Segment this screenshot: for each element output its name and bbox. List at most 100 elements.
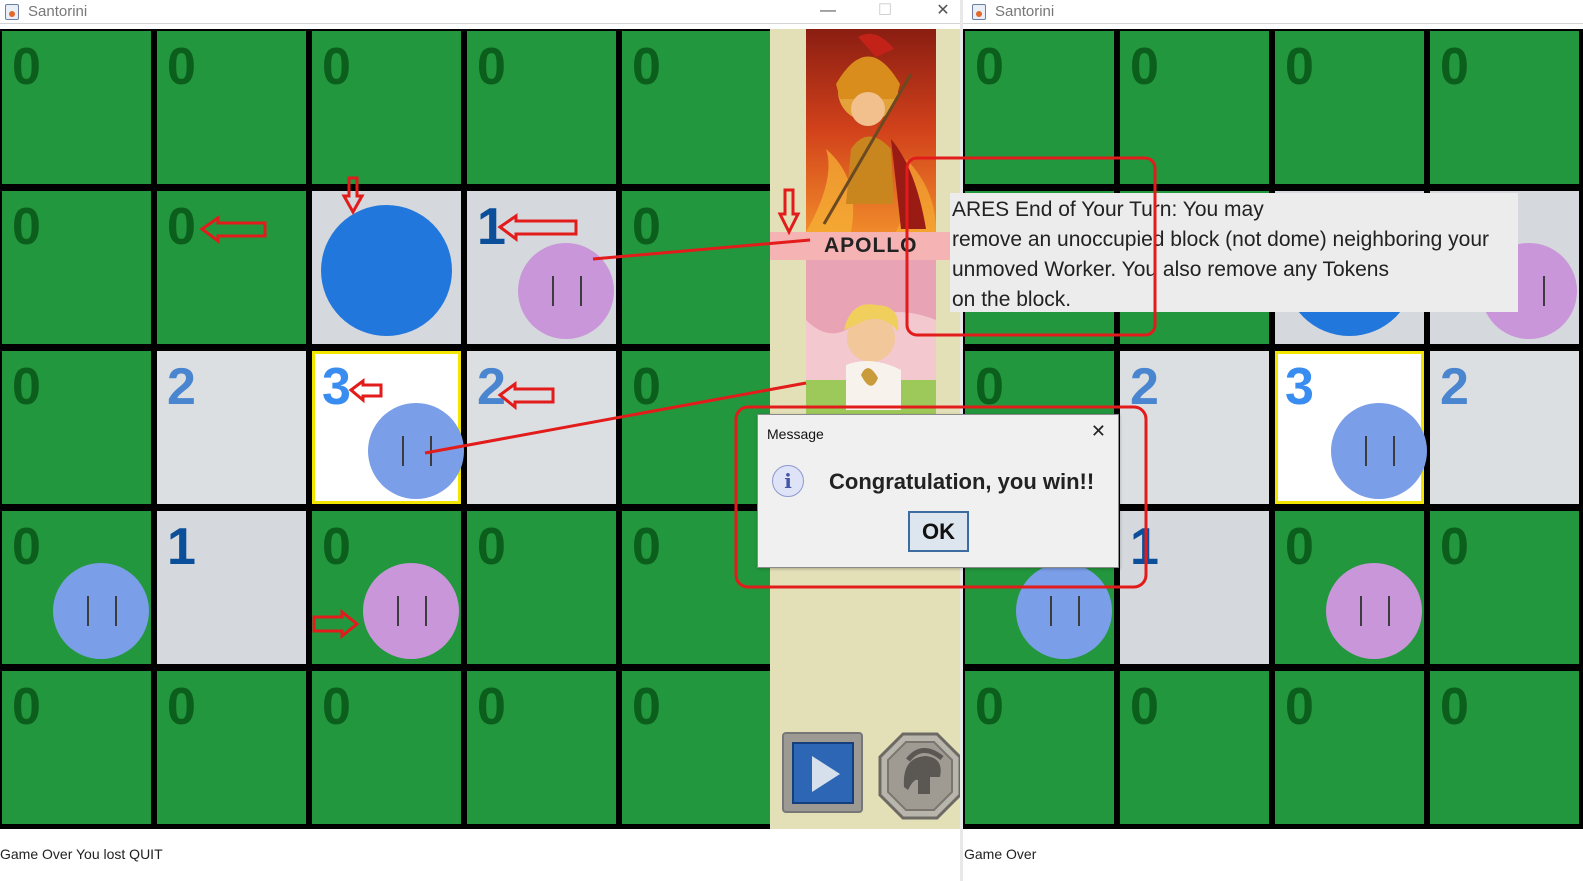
game-board: 0 0 0 0 0 0 0 1 0 0 2 3 2 0 0 1 0 0 0 0 0 0 0 0: [0, 29, 771, 829]
board-cell[interactable]: 0: [622, 511, 771, 664]
worker-eye: [580, 275, 582, 307]
board-cell[interactable]: 0: [1430, 31, 1579, 184]
worker-eye: [115, 595, 117, 627]
apollo-card[interactable]: [806, 260, 936, 418]
worker-piece[interactable]: [1326, 563, 1422, 659]
board-cell[interactable]: 0: [157, 31, 306, 184]
worker-eye: [1360, 595, 1362, 627]
cell-level: 3: [322, 358, 351, 416]
cell-level: 0: [1285, 678, 1314, 736]
cell-level: 3: [1285, 358, 1314, 416]
god-power-tooltip: ARES End of Your Turn: You may remove an…: [950, 193, 1518, 312]
board-cell[interactable]: 0: [157, 191, 306, 344]
board-cell[interactable]: 0: [157, 671, 306, 824]
board-cell[interactable]: 0: [1430, 671, 1579, 824]
board-cell[interactable]: 0: [1275, 31, 1424, 184]
cell-level: 0: [1285, 518, 1314, 576]
cell-level: 0: [12, 358, 41, 416]
ares-card[interactable]: [806, 29, 936, 232]
worker-piece[interactable]: [321, 205, 452, 336]
board-cell[interactable]: 0: [2, 511, 151, 664]
cell-level: 0: [167, 198, 196, 256]
board-cell[interactable]: 0: [622, 351, 771, 504]
worker-piece[interactable]: [363, 563, 459, 659]
worker-eye: [87, 595, 89, 627]
worker-eye: [1365, 435, 1367, 467]
cell-level: 0: [1130, 38, 1159, 96]
board-cell[interactable]: 0: [1120, 31, 1269, 184]
close-button[interactable]: ✕: [928, 0, 958, 24]
board-cell[interactable]: 0: [467, 511, 616, 664]
board-cell[interactable]: 3: [312, 351, 464, 504]
board-cell[interactable]: 1: [157, 511, 306, 664]
cell-level: 0: [167, 38, 196, 96]
cell-level: 0: [975, 358, 1004, 416]
board-cell[interactable]: 0: [312, 511, 461, 664]
worker-eye: [425, 595, 427, 627]
board-cell[interactable]: 0: [312, 671, 461, 824]
board-cell[interactable]: 3: [1275, 351, 1427, 504]
cell-level: 1: [167, 518, 196, 576]
cell-level: 0: [477, 678, 506, 736]
board-cell[interactable]: [312, 191, 461, 344]
board-cell[interactable]: 0: [965, 671, 1114, 824]
worker-piece[interactable]: [518, 243, 614, 339]
helmet-icon: [878, 732, 960, 820]
play-button[interactable]: [782, 732, 863, 813]
board-cell[interactable]: 0: [965, 31, 1114, 184]
title-bar: Santorini — ☐ ✕: [0, 0, 960, 24]
cell-level: 0: [632, 198, 661, 256]
board-cell[interactable]: 0: [622, 671, 771, 824]
status-text: Game Over You lost QUIT: [0, 846, 163, 862]
cell-level: 0: [1440, 518, 1469, 576]
board-cell[interactable]: 0: [2, 671, 151, 824]
worker-piece[interactable]: [368, 403, 464, 499]
minimize-button[interactable]: —: [813, 0, 843, 24]
board-cell[interactable]: 0: [1275, 671, 1424, 824]
board-cell[interactable]: 1: [1120, 511, 1269, 664]
dialog-title: Message: [767, 426, 824, 442]
board-cell[interactable]: 0: [1120, 671, 1269, 824]
cell-level: 0: [632, 358, 661, 416]
board-cell[interactable]: 0: [467, 671, 616, 824]
tooltip-line: on the block.: [952, 288, 1072, 311]
maximize-button[interactable]: ☐: [870, 0, 900, 24]
window-title: Santorini: [995, 3, 1055, 20]
helmet-button[interactable]: [878, 732, 960, 820]
board-cell[interactable]: 0: [622, 191, 771, 344]
worker-piece[interactable]: [1016, 563, 1112, 659]
board-cell[interactable]: 0: [1275, 511, 1424, 664]
board-cell[interactable]: 2: [467, 351, 616, 504]
worker-eye: [1388, 595, 1390, 627]
message-dialog: Message ✕ i Congratulation, you win!! OK: [757, 414, 1119, 568]
board-cell[interactable]: 0: [2, 351, 151, 504]
cell-level: 0: [632, 518, 661, 576]
cell-level: 1: [1130, 518, 1159, 576]
cell-level: 0: [1440, 38, 1469, 96]
board-cell[interactable]: 0: [2, 31, 151, 184]
board-cell[interactable]: 2: [157, 351, 306, 504]
board-cell[interactable]: 0: [312, 31, 461, 184]
play-icon: [792, 742, 854, 804]
board-cell[interactable]: 0: [622, 31, 771, 184]
cell-level: 0: [632, 678, 661, 736]
cell-level: 0: [322, 678, 351, 736]
window-title: Santorini: [28, 3, 88, 20]
board-cell[interactable]: 1: [467, 191, 616, 344]
board-cell[interactable]: 2: [1120, 351, 1269, 504]
ok-button[interactable]: OK: [908, 511, 969, 552]
cell-level: 2: [1440, 358, 1469, 416]
worker-eye: [552, 275, 554, 307]
worker-piece[interactable]: [1331, 403, 1427, 499]
worker-piece[interactable]: [53, 563, 149, 659]
god-label: APOLLO: [770, 232, 950, 260]
cell-level: 0: [975, 678, 1004, 736]
board-cell[interactable]: 0: [1430, 511, 1579, 664]
board-cell[interactable]: 0: [2, 191, 151, 344]
board-cell[interactable]: 2: [1430, 351, 1579, 504]
close-icon[interactable]: ✕: [1091, 421, 1106, 442]
worker-eye: [1393, 435, 1395, 467]
cell-level: 0: [12, 518, 41, 576]
board-cell[interactable]: 0: [467, 31, 616, 184]
cell-level: 0: [322, 518, 351, 576]
